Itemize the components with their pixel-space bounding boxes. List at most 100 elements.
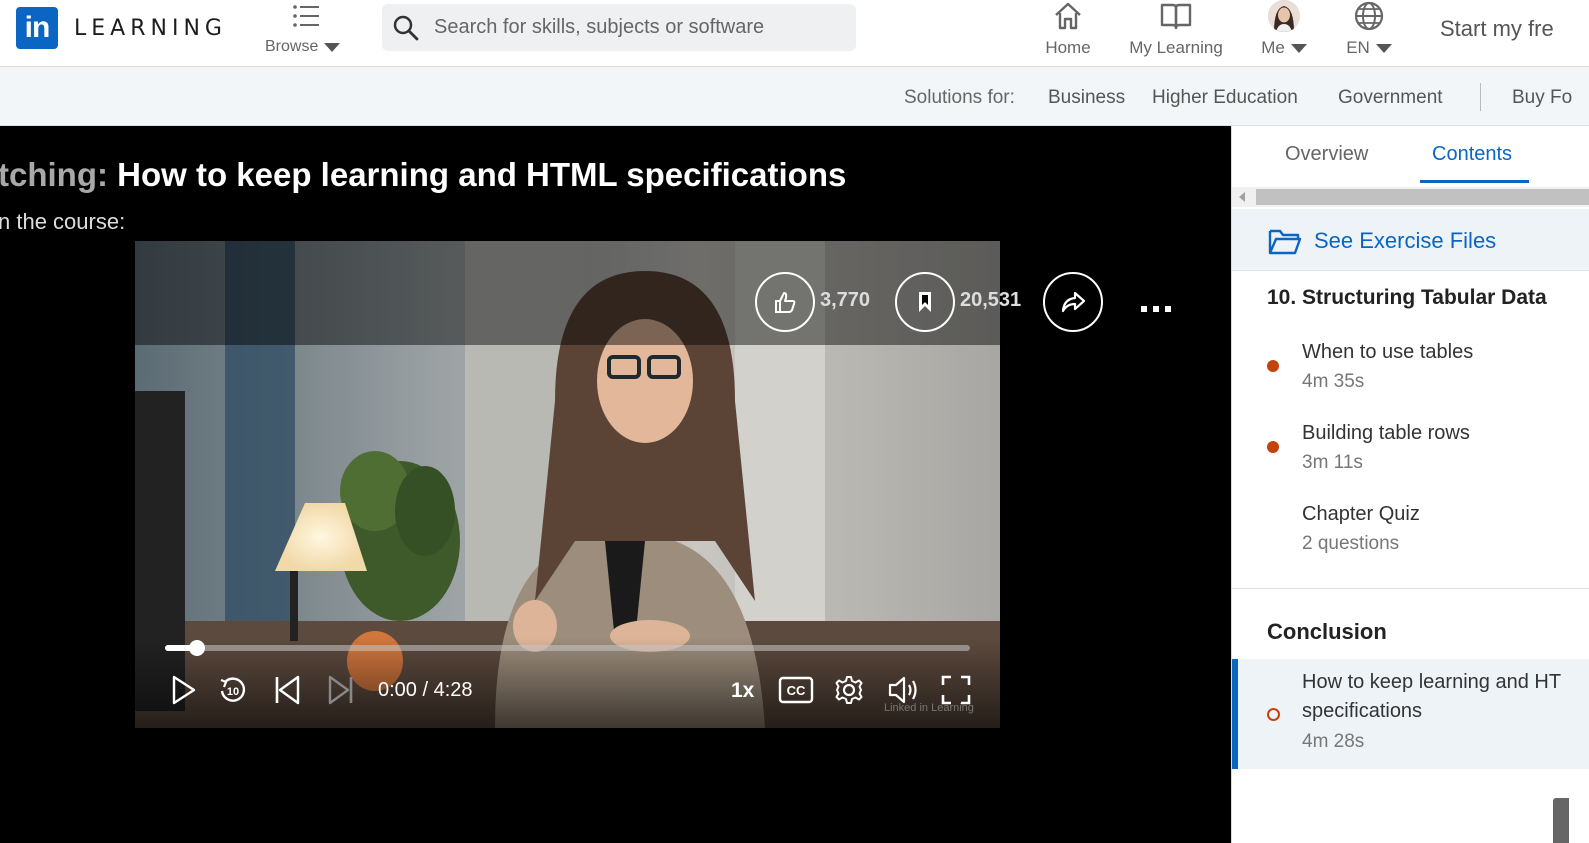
current-lesson-title-line1: How to keep learning and HT (1302, 671, 1562, 693)
next-video-button[interactable] (324, 672, 358, 708)
book-icon (1160, 3, 1192, 30)
active-tab-indicator (1420, 180, 1529, 183)
vertical-scrollbar-thumb[interactable] (1553, 798, 1569, 843)
list-menu-icon (293, 5, 319, 27)
skip-next-icon (328, 675, 353, 705)
save-button[interactable] (895, 272, 955, 332)
scrollbar-thumb[interactable] (1256, 189, 1589, 205)
current-lesson-item[interactable]: How to keep learning and HT specificatio… (1232, 659, 1589, 769)
nav-home-label: Home (1045, 38, 1091, 57)
section-title[interactable]: Conclusion (1267, 619, 1387, 645)
quiz-title: Chapter Quiz (1302, 503, 1420, 525)
video-player[interactable]: Linked in Learning (135, 241, 1000, 728)
ellipsis-icon (1141, 306, 1171, 312)
divider (1480, 83, 1481, 111)
scroll-left-arrow-icon[interactable] (1239, 192, 1245, 202)
play-icon (172, 675, 196, 705)
now-watching-prefix: tching: (0, 156, 108, 193)
video-stage: tching: How to keep learning and HTML sp… (0, 126, 1231, 843)
globe-icon (1354, 1, 1384, 31)
nav-my-learning-label: My Learning (1129, 38, 1223, 57)
share-button[interactable] (1043, 272, 1103, 332)
folder-icon (1268, 229, 1302, 255)
playback-time: 0:00 / 4:28 (378, 679, 473, 701)
chapter-title[interactable]: 10. Structuring Tabular Data (1267, 286, 1547, 310)
current-lesson-duration: 4m 28s (1302, 731, 1365, 752)
now-watching-title: How to keep learning and HTML specificat… (117, 156, 847, 193)
browse-label: Browse (265, 38, 319, 55)
lesson-item[interactable]: When to use tables 4m 35s (1232, 338, 1589, 408)
progress-dot-icon (1267, 360, 1279, 372)
caret-down-icon (1290, 43, 1307, 53)
thumbs-up-icon (775, 292, 796, 313)
speaker-icon (888, 676, 917, 704)
lesson-duration: 4m 35s (1302, 371, 1365, 392)
home-icon (1055, 2, 1081, 30)
previous-video-button[interactable] (270, 672, 304, 708)
save-count: 20,531 (960, 289, 1022, 311)
rewind-10-icon: 10 (220, 677, 246, 702)
caret-down-icon (324, 42, 341, 52)
exercise-files-label: See Exercise Files (1314, 228, 1497, 253)
lesson-item[interactable]: Building table rows 3m 11s (1232, 419, 1589, 489)
volume-button[interactable] (885, 672, 923, 708)
nav-home[interactable]: Home (1040, 0, 1096, 66)
linkedin-learning-logo[interactable]: in LEARNING (16, 7, 227, 49)
settings-button[interactable] (831, 672, 867, 708)
gear-icon (835, 676, 863, 704)
top-navigation: in LEARNING Browse Home My Le (0, 0, 1589, 67)
solutions-label: Solutions for: (904, 87, 1015, 108)
learning-wordmark: LEARNING (74, 15, 227, 41)
nav-my-learning[interactable]: My Learning (1124, 0, 1228, 66)
linkedin-logo-icon: in (16, 7, 58, 49)
divider (1232, 588, 1589, 589)
nav-language[interactable]: EN (1342, 0, 1396, 66)
nav-language-label: EN (1346, 38, 1370, 57)
lesson-title: Building table rows (1302, 422, 1470, 444)
now-watching-heading: tching: How to keep learning and HTML sp… (0, 156, 846, 194)
tab-contents[interactable]: Contents (1432, 143, 1512, 166)
svg-text:10: 10 (227, 686, 239, 698)
nav-me-label: Me (1261, 38, 1285, 57)
search-icon (393, 15, 419, 41)
bookmark-icon (919, 292, 931, 312)
buy-for-link[interactable]: Buy Fo (1512, 87, 1572, 109)
in-progress-ring-icon (1267, 708, 1280, 721)
fullscreen-icon (941, 675, 971, 705)
current-lesson-title-line2: specifications (1302, 700, 1423, 722)
rewind-10-button[interactable]: 10 (216, 672, 250, 708)
nav-me-menu[interactable]: Me (1256, 0, 1312, 66)
more-options-button[interactable] (1140, 288, 1172, 322)
search-input[interactable] (434, 12, 844, 42)
solutions-higher-education-link[interactable]: Higher Education (1152, 87, 1298, 109)
playback-speed-button[interactable]: 1x (731, 679, 754, 703)
fullscreen-button[interactable] (938, 672, 974, 708)
captions-button[interactable]: CC (777, 672, 815, 708)
in-course-label: n the course: (0, 209, 126, 234)
solutions-government-link[interactable]: Government (1338, 87, 1443, 109)
quiz-item[interactable]: Chapter Quiz 2 questions (1232, 500, 1589, 570)
like-button[interactable] (755, 272, 815, 332)
lesson-duration: 3m 11s (1302, 452, 1363, 473)
svg-text:CC: CC (787, 683, 806, 698)
progress-dot-icon (1267, 441, 1279, 453)
course-sidebar: Overview Contents See Exercise Files 10.… (1231, 126, 1589, 843)
closed-captions-icon: CC (778, 676, 814, 704)
tab-overview[interactable]: Overview (1285, 143, 1368, 166)
video-top-overlay (135, 241, 1000, 345)
search-bar (382, 4, 856, 51)
horizontal-scrollbar[interactable] (1232, 187, 1589, 207)
browse-menu-button[interactable]: Browse (265, 0, 355, 66)
play-button[interactable] (166, 672, 200, 708)
avatar (1268, 0, 1300, 32)
lesson-title: When to use tables (1302, 341, 1474, 363)
video-progress-bar[interactable] (165, 640, 970, 656)
quiz-question-count: 2 questions (1302, 533, 1400, 554)
solutions-bar: Solutions for: Business Higher Education… (0, 67, 1589, 126)
solutions-business-link[interactable]: Business (1048, 87, 1125, 109)
share-arrow-icon (1061, 291, 1086, 313)
skip-previous-icon (275, 675, 300, 705)
start-free-trial-link[interactable]: Start my fre (1440, 16, 1554, 42)
exercise-files-button[interactable]: See Exercise Files (1232, 209, 1589, 271)
caret-down-icon (1375, 43, 1392, 53)
